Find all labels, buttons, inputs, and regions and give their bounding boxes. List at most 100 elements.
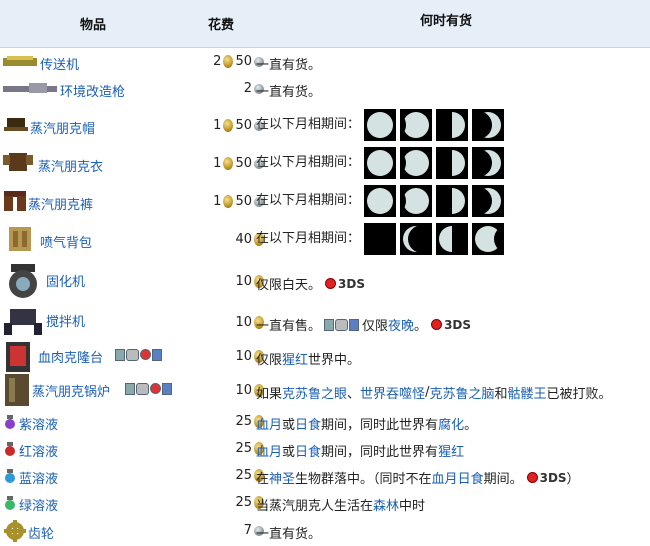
cost-silver: 40 — [235, 232, 252, 247]
item-link-red-solution[interactable]: 红溶液 — [19, 441, 58, 460]
link-eater-of-worlds[interactable]: 世界吞噬怪 — [360, 383, 425, 402]
platform-icons — [324, 318, 360, 331]
availability: 在以下月相期间： — [256, 117, 361, 132]
link-hallow[interactable]: 神圣 — [269, 468, 295, 487]
cost-silver: 25 — [235, 495, 252, 510]
availability: 在 — [256, 472, 270, 487]
item-link-green-solution[interactable]: 绿溶液 — [19, 495, 58, 514]
cost-gold: 1 — [213, 118, 222, 133]
blue-solution-icon — [5, 469, 15, 483]
link-eclipse[interactable]: 日食 — [295, 441, 321, 460]
link-eclipse[interactable]: 日食 — [458, 468, 484, 487]
third-quarter-icon — [436, 185, 469, 217]
paren-close: ） — [566, 472, 580, 487]
steampunk-hat-icon — [4, 118, 28, 131]
3ds-tag: 3DS — [431, 318, 471, 332]
link-eclipse[interactable]: 日食 — [295, 414, 321, 433]
cost-silver: 10 — [235, 349, 252, 364]
sep: 、 — [347, 387, 361, 402]
table-row: 环境改造枪 2 一直有货。 — [0, 79, 650, 101]
waning-crescent-icon — [472, 147, 505, 179]
cost-gold: 2 — [213, 54, 222, 69]
clentaminator-icon — [3, 83, 57, 93]
link-blood-moon[interactable]: 血月 — [256, 441, 282, 460]
moon-phases — [364, 223, 505, 255]
link-eye-of-cthulhu[interactable]: 克苏鲁之眼 — [282, 383, 347, 402]
3ds-tag: 3DS — [526, 471, 567, 485]
item-link-cog[interactable]: 齿轮 — [28, 523, 54, 542]
3ds-tag: 3DS — [325, 277, 365, 291]
availability-2: 中时 — [399, 499, 426, 514]
table-row: 蒸汽朋克衣 1 50 在以下月相期间： — [0, 145, 650, 181]
item-link-steampunk-hat[interactable]: 蒸汽朋克帽 — [30, 118, 95, 137]
availability-3: 。 — [414, 319, 428, 334]
table-row: 喷气背包 40 在以下月相期间： — [0, 221, 650, 257]
table-row: 红溶液 25 血月或日食 期间，同时此世界有 猩红 — [0, 438, 650, 462]
table-row: 蓝溶液 25 在神圣 生物群落中。（同时不在 血月 日食 期间。 3DS） — [0, 465, 650, 489]
third-quarter-icon — [436, 147, 469, 179]
link-forest[interactable]: 森林 — [373, 495, 399, 514]
waning-crescent-icon — [472, 185, 505, 217]
table-row: 绿溶液 25 当蒸汽朋克人生活在 森林 中时 — [0, 492, 650, 516]
table-row: 齿轮 7 一直有货。 — [0, 518, 650, 544]
cost-gold: 1 — [213, 194, 222, 209]
full-moon-icon — [364, 147, 397, 179]
waning-crescent-icon — [472, 109, 505, 141]
green-solution-icon — [5, 496, 15, 510]
link-corruption[interactable]: 腐化 — [438, 414, 464, 433]
availability: 期间，同时此世界有 — [321, 418, 439, 433]
sep: 或 — [282, 445, 296, 460]
platform-icons — [125, 383, 172, 395]
link-night[interactable]: 夜晚 — [388, 315, 414, 334]
item-link-teleporter[interactable]: 传送机 — [40, 54, 79, 73]
moon-phases — [364, 109, 505, 141]
link-blood-moon[interactable]: 血月 — [256, 414, 282, 433]
moon-phases — [364, 185, 505, 217]
link-crimson[interactable]: 猩红 — [282, 349, 308, 368]
gold-coin-icon — [223, 55, 234, 68]
gold-coin-icon — [223, 119, 234, 132]
steampunk-shirt-icon — [3, 153, 33, 171]
table-header: 物品 花费 何时有货 — [0, 0, 650, 48]
item-link-steampunk-boiler[interactable]: 蒸汽朋克锅炉 — [32, 381, 110, 400]
availability: 在以下月相期间： — [256, 193, 361, 208]
cost-silver: 10 — [235, 315, 252, 330]
item-link-purple-solution[interactable]: 紫溶液 — [19, 414, 58, 433]
link-brain-of-cthulhu[interactable]: 克苏鲁之脑 — [429, 383, 494, 402]
availability: 一直有货。 — [256, 85, 322, 100]
link-skeletron[interactable]: 骷髅王 — [507, 383, 546, 402]
item-link-clentaminator[interactable]: 环境改造枪 — [60, 81, 125, 100]
item-link-blend-o-matic[interactable]: 搅拌机 — [46, 311, 85, 330]
platform-icons — [115, 349, 162, 361]
item-link-flesh-cloning-vat[interactable]: 血肉克隆台 — [38, 347, 103, 366]
waning-gibbous-icon — [400, 185, 433, 217]
availability: 在以下月相期间： — [256, 155, 361, 170]
item-link-steampunk-pants[interactable]: 蒸汽朋克裤 — [28, 194, 93, 213]
shop-table: 物品 花费 何时有货 传送机 2 50 一直有货。 环境改造枪 2 一直有货。 蒸… — [0, 0, 650, 546]
cost-silver: 10 — [235, 274, 252, 289]
cost-silver: 10 — [235, 383, 252, 398]
gold-coin-icon — [223, 157, 234, 170]
item-link-jetpack[interactable]: 喷气背包 — [40, 232, 92, 251]
header-when: 何时有货 — [420, 14, 473, 29]
cost-silver: 50 — [235, 118, 252, 133]
item-link-solidifier[interactable]: 固化机 — [46, 271, 85, 290]
item-link-steampunk-shirt[interactable]: 蒸汽朋克衣 — [38, 156, 103, 175]
blend-o-matic-icon — [4, 309, 42, 335]
table-row: 紫溶液 25 血月或日食 期间，同时此世界有 腐化。 — [0, 411, 650, 435]
cost-silver: 50 — [235, 54, 252, 69]
link-blood-moon[interactable]: 血月 — [432, 468, 458, 487]
full-moon-icon — [364, 185, 397, 217]
availability-3: 期间。 — [483, 472, 523, 487]
jetpack-icon — [9, 227, 31, 251]
link-crimson[interactable]: 猩红 — [438, 441, 464, 460]
availability: 仅限 — [256, 353, 283, 368]
new-moon-icon — [364, 223, 397, 255]
cost-gold: 1 — [213, 156, 222, 171]
item-link-blue-solution[interactable]: 蓝溶液 — [19, 468, 58, 487]
waning-gibbous-icon — [400, 109, 433, 141]
cost-silver: 25 — [235, 414, 252, 429]
header-cost: 花费 — [208, 18, 235, 33]
table-row: 传送机 2 50 一直有货。 — [0, 52, 650, 74]
availability: 一直有售。 — [256, 319, 322, 334]
